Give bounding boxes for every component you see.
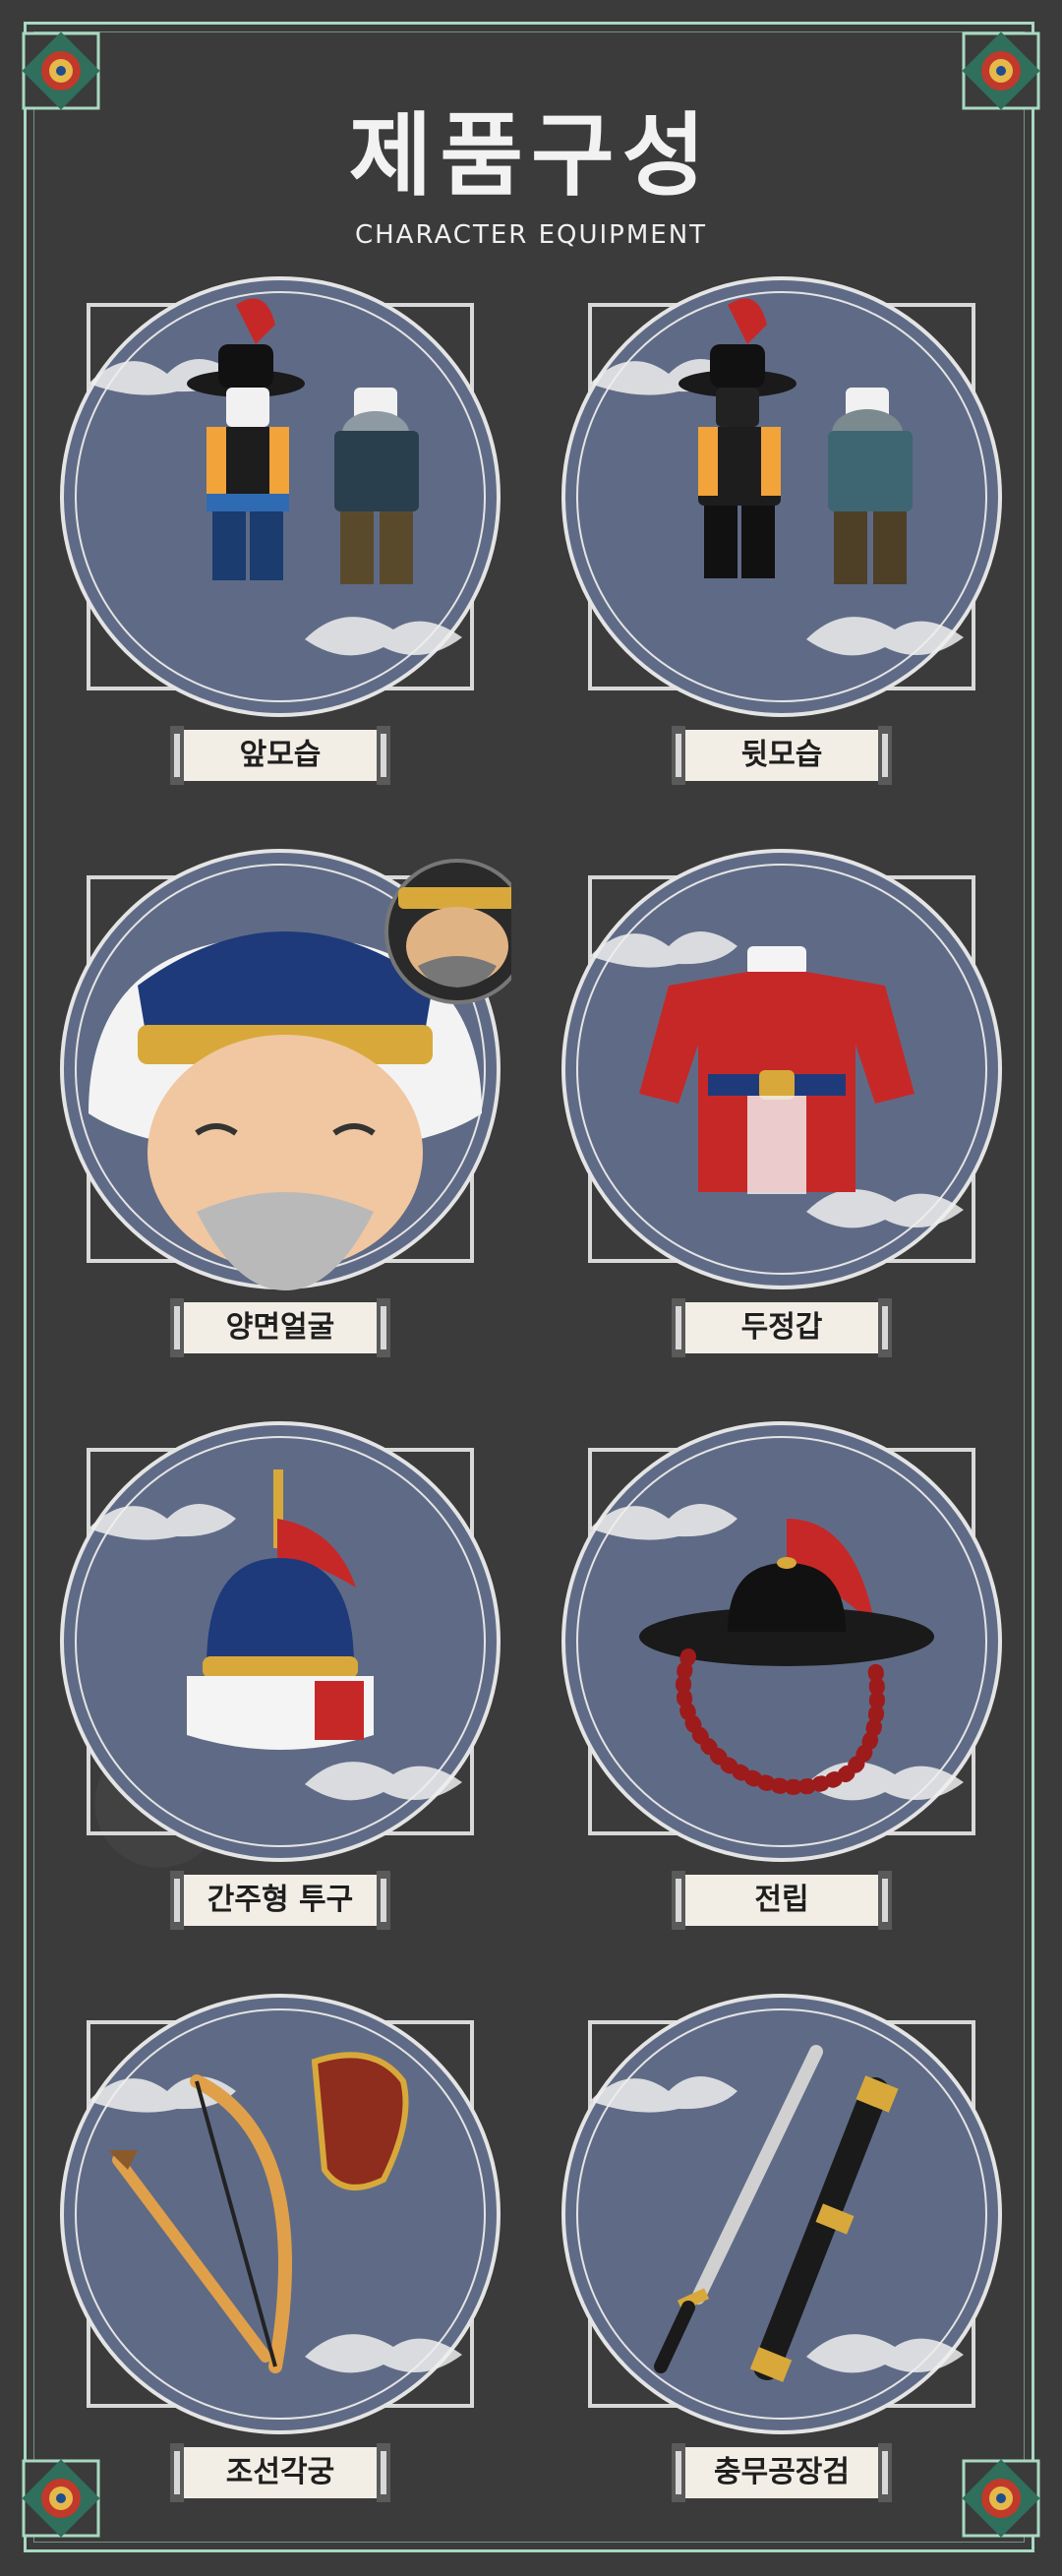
item-card-sword: 충무공장검 bbox=[551, 1983, 1013, 2502]
corner-ornament-icon bbox=[962, 2459, 1040, 2538]
item-card-armor: 두정갑 bbox=[551, 838, 1013, 1357]
jeollip-hat-icon bbox=[639, 1519, 934, 1795]
helmet-icon bbox=[187, 1469, 374, 1750]
item-label-text: 두정갑 bbox=[740, 1310, 823, 1345]
long-sword-icon bbox=[654, 2045, 899, 2382]
item-label-text: 간주형 투구 bbox=[206, 1883, 354, 1917]
front-view-figure-icon bbox=[187, 298, 419, 584]
item-label-text: 앞모습 bbox=[239, 738, 322, 772]
item-card-bow: 조선각궁 bbox=[49, 1983, 511, 2502]
item-card-double-face: 양면얼굴 bbox=[49, 838, 511, 1357]
item-label: 전립 bbox=[672, 1871, 892, 1930]
item-card-helmet: 간주형 투구 bbox=[49, 1410, 511, 1930]
page-title: 제품구성 bbox=[348, 102, 714, 209]
item-label: 두정갑 bbox=[672, 1298, 892, 1357]
item-card-front-view: 앞모습 bbox=[49, 266, 511, 785]
double-sided-face-icon bbox=[88, 859, 511, 1290]
item-label: 충무공장검 bbox=[672, 2443, 892, 2502]
bow-arrow-quiver-icon bbox=[108, 2052, 409, 2373]
item-label-text: 양면얼굴 bbox=[225, 1310, 335, 1345]
item-card-hat: 전립 bbox=[551, 1410, 1013, 1930]
corner-ornament-icon bbox=[22, 2459, 100, 2538]
item-label: 조선각궁 bbox=[170, 2443, 390, 2502]
item-card-back-view: 뒷모습 bbox=[551, 266, 1013, 785]
product-composition-page: 제품구성 CHARACTER EQUIPMENT 앞모습 뒷모습 양면얼굴 두정… bbox=[0, 0, 1062, 2576]
item-label: 앞모습 bbox=[170, 726, 390, 785]
item-label: 뒷모습 bbox=[672, 726, 892, 785]
item-label: 간주형 투구 bbox=[170, 1871, 390, 1930]
item-label-text: 조선각궁 bbox=[225, 2455, 335, 2489]
armor-coat-icon bbox=[639, 946, 914, 1194]
page-subtitle: CHARACTER EQUIPMENT bbox=[354, 220, 708, 250]
item-label-text: 전립 bbox=[754, 1883, 809, 1917]
item-label-text: 뒷모습 bbox=[740, 738, 823, 772]
corner-ornament-icon bbox=[22, 31, 100, 110]
corner-ornament-icon bbox=[962, 31, 1040, 110]
item-label: 양면얼굴 bbox=[170, 1298, 390, 1357]
back-view-figure-icon bbox=[678, 298, 913, 584]
item-label-text: 충무공장검 bbox=[714, 2455, 850, 2489]
